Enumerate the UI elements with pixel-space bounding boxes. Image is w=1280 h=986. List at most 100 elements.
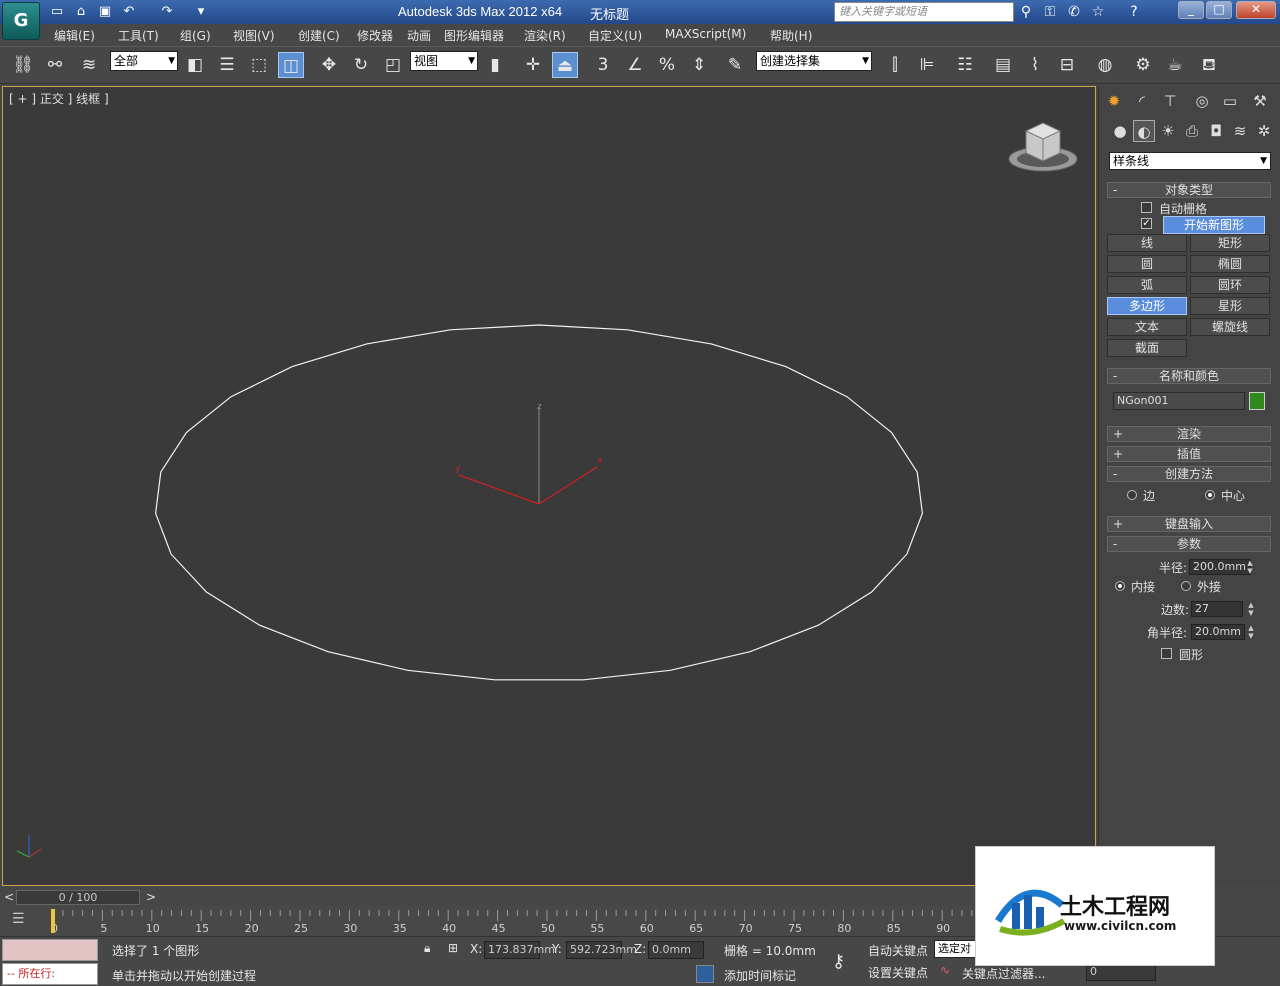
help-icon[interactable]: ?: [1124, 2, 1144, 22]
object-name-field[interactable]: NGon001: [1113, 392, 1245, 410]
key-filter-curve-icon[interactable]: ∿: [940, 963, 950, 977]
new-file-icon[interactable]: ▭: [48, 3, 66, 21]
set-key-button[interactable]: 设置关键点: [868, 964, 928, 981]
scale-icon[interactable]: ◰: [380, 52, 406, 78]
bind-space-warp-icon[interactable]: ≋: [76, 52, 102, 78]
menu-maxscript[interactable]: MAXScript(M): [665, 27, 746, 41]
circumscribed-radio[interactable]: [1181, 581, 1191, 591]
material-editor-icon[interactable]: ◍: [1092, 52, 1118, 78]
corner-radius-spinner[interactable]: 20.0mm: [1191, 624, 1245, 640]
time-slider-thumb[interactable]: 0 / 100: [16, 890, 140, 905]
align-icon[interactable]: ⊫: [914, 52, 940, 78]
geometry-icon[interactable]: ●: [1109, 120, 1131, 142]
angle-snap-icon[interactable]: ∠: [622, 52, 648, 78]
z-coordinate-field[interactable]: 0.0mm: [648, 941, 704, 959]
maxscript-listener[interactable]: -- 所在行:: [2, 963, 98, 985]
line-button[interactable]: 线: [1107, 234, 1187, 252]
section-button[interactable]: 截面: [1107, 339, 1187, 357]
rendering-rollout[interactable]: + 渲染: [1107, 426, 1271, 442]
quick-access-dropdown-icon[interactable]: ▾: [192, 3, 210, 21]
menu-rendering[interactable]: 渲染(R): [524, 27, 566, 44]
creation-method-rollout[interactable]: - 创建方法: [1107, 466, 1271, 482]
named-selection-dropdown[interactable]: 创建选择集 ▼: [756, 51, 872, 71]
percent-snap-icon[interactable]: %: [654, 52, 680, 78]
time-slider[interactable]: < 0 / 100 >: [0, 889, 975, 907]
redo-icon[interactable]: ↷: [158, 3, 176, 21]
ellipse-button[interactable]: 椭圆: [1190, 255, 1270, 273]
graphite-ribbon-icon[interactable]: ▤: [990, 52, 1016, 78]
shape-category-dropdown[interactable]: 样条线 ▼: [1109, 152, 1271, 170]
rectangle-button[interactable]: 矩形: [1190, 234, 1270, 252]
x-coordinate-field[interactable]: 173.837mm: [484, 941, 555, 959]
menu-modifiers[interactable]: 修改器: [357, 27, 393, 44]
systems-icon[interactable]: ✲: [1253, 120, 1275, 142]
menu-tools[interactable]: 工具(T): [118, 27, 159, 44]
viewcube[interactable]: [1006, 117, 1080, 177]
display-tab-icon[interactable]: ▭: [1219, 90, 1241, 112]
parameters-rollout[interactable]: - 参数: [1107, 536, 1271, 552]
motion-tab-icon[interactable]: ◎: [1191, 90, 1213, 112]
circle-button[interactable]: 圆: [1107, 255, 1187, 273]
menu-animation[interactable]: 动画: [407, 27, 431, 44]
render-production-icon[interactable]: ⛾: [1196, 52, 1222, 78]
helix-button[interactable]: 螺旋线: [1190, 318, 1270, 336]
name-color-rollout[interactable]: - 名称和颜色: [1107, 368, 1271, 384]
circular-checkbox[interactable]: [1161, 648, 1172, 659]
object-type-rollout[interactable]: - 对象类型: [1107, 182, 1271, 198]
mirror-icon[interactable]: ⫿: [882, 52, 908, 78]
time-tag-icon[interactable]: [696, 965, 714, 983]
menu-group[interactable]: 组(G): [180, 27, 211, 44]
ngon-button[interactable]: 多边形: [1107, 297, 1187, 315]
keyboard-shortcut-override-icon[interactable]: ⏏: [552, 52, 578, 78]
maximize-button[interactable]: □: [1206, 1, 1232, 19]
layer-manager-icon[interactable]: ☷: [952, 52, 978, 78]
start-new-shape-checkbox[interactable]: ✓: [1141, 218, 1152, 229]
star-button[interactable]: 星形: [1190, 297, 1270, 315]
key-mode-dropdown[interactable]: 选定对: [934, 940, 976, 958]
interpolation-rollout[interactable]: + 插值: [1107, 446, 1271, 462]
move-icon[interactable]: ✥: [316, 52, 342, 78]
curve-editor-icon[interactable]: ⌇: [1022, 52, 1048, 78]
snap-toggle-icon[interactable]: 3: [590, 52, 616, 78]
menu-graph-editors[interactable]: 图形编辑器: [444, 27, 504, 44]
window-crossing-icon[interactable]: ◫: [278, 52, 304, 78]
track-bar[interactable]: ☰ 051015202530354045505560657075808590: [0, 907, 975, 935]
sides-spinner[interactable]: 27: [1191, 601, 1243, 617]
open-file-icon[interactable]: ⌂: [72, 3, 90, 21]
space-warps-icon[interactable]: ≋: [1229, 120, 1251, 142]
reference-coord-dropdown[interactable]: 视图 ▼: [410, 51, 478, 71]
selection-filter-dropdown[interactable]: 全部 ▼: [110, 51, 178, 71]
menu-create[interactable]: 创建(C): [298, 27, 340, 44]
select-manipulate-icon[interactable]: ✛: [520, 52, 546, 78]
object-color-swatch[interactable]: [1249, 392, 1265, 410]
keyboard-entry-rollout[interactable]: + 键盘输入: [1107, 516, 1271, 532]
menu-views[interactable]: 视图(V): [233, 27, 275, 44]
hierarchy-tab-icon[interactable]: ⊤: [1159, 90, 1181, 112]
binoculars-icon[interactable]: ⚲: [1016, 2, 1036, 22]
minimize-button[interactable]: _: [1178, 1, 1204, 19]
help-search-input[interactable]: 键入关键字或短语: [834, 2, 1014, 22]
auto-grid-checkbox[interactable]: [1141, 202, 1152, 213]
schematic-view-icon[interactable]: ⊟: [1054, 52, 1080, 78]
viewport-front[interactable]: [ + ] 正交 ] 线框 ] z y x: [2, 86, 1096, 886]
shapes-icon[interactable]: ◐: [1133, 120, 1155, 142]
unlink-icon[interactable]: ⚯: [42, 52, 68, 78]
save-file-icon[interactable]: ▣: [96, 3, 114, 21]
center-radio[interactable]: [1205, 490, 1215, 500]
communication-icon[interactable]: ✆: [1064, 2, 1084, 22]
pivot-center-icon[interactable]: ▮: [482, 52, 508, 78]
menu-edit[interactable]: 编辑(E): [54, 27, 95, 44]
subscription-icon[interactable]: ⚿: [1040, 2, 1060, 22]
viewport-canvas[interactable]: z y x: [3, 87, 1095, 885]
helpers-icon[interactable]: ◘: [1205, 120, 1227, 142]
close-button[interactable]: ✕: [1236, 1, 1276, 19]
donut-button[interactable]: 圆环: [1190, 276, 1270, 294]
favorites-star-icon[interactable]: ☆: [1088, 2, 1108, 22]
y-coordinate-field[interactable]: 592.723mm: [566, 941, 637, 959]
add-time-tag[interactable]: 添加时间标记: [724, 967, 796, 984]
rectangular-selection-icon[interactable]: ⬚: [246, 52, 272, 78]
edit-named-selection-icon[interactable]: ✎: [722, 52, 748, 78]
modify-tab-icon[interactable]: ◜: [1131, 90, 1153, 112]
text-button[interactable]: 文本: [1107, 318, 1187, 336]
app-logo[interactable]: G: [2, 2, 40, 40]
